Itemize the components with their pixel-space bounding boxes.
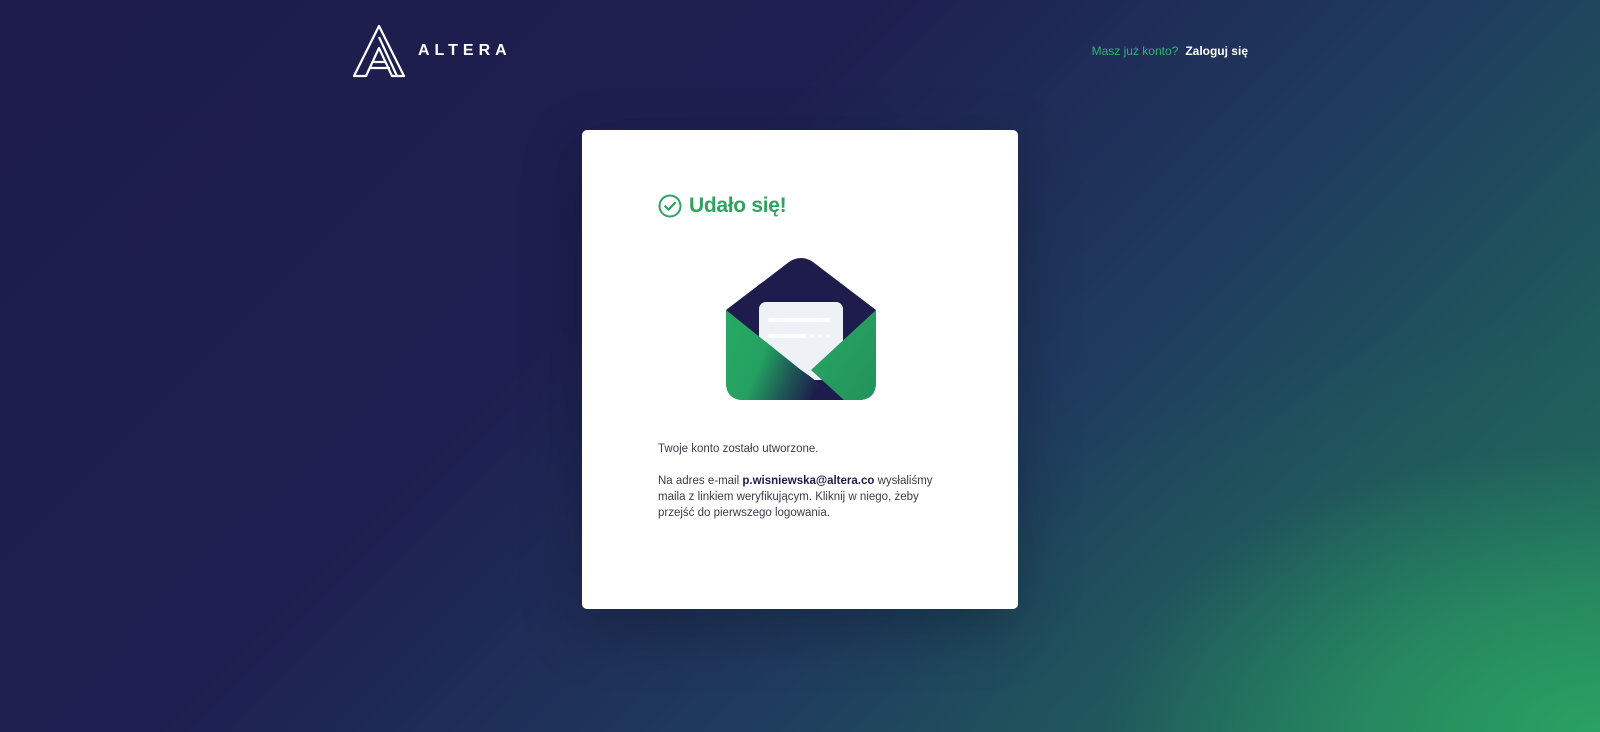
altera-logo-icon: [352, 24, 406, 78]
brand-logo[interactable]: ALTERA: [352, 24, 512, 78]
check-circle-icon: [658, 194, 682, 218]
confirmation-message: Twoje konto zostało utworzone. Na adres …: [658, 441, 958, 521]
login-link[interactable]: Zaloguj się: [1185, 44, 1248, 58]
verification-prefix: Na adres e-mail: [658, 475, 740, 487]
email-address: p.wisniewska@altera.co: [742, 475, 875, 487]
page-title: Udało się!: [689, 194, 787, 217]
open-envelope-icon: [726, 258, 876, 400]
login-prompt: Masz już konto? Zaloguj się: [1092, 44, 1248, 58]
success-heading: Udało się!: [658, 194, 787, 218]
brand-name: ALTERA: [418, 42, 512, 59]
account-question: Masz już konto?: [1091, 44, 1179, 58]
verification-text: Na adres e-mail p.wisniewska@altera.co w…: [658, 473, 958, 521]
top-bar: ALTERA Masz już konto? Zaloguj się: [0, 0, 1600, 110]
account-created-text: Twoje konto zostało utworzone.: [658, 443, 819, 455]
success-card: Udało się! Twoje konto zostało utworzone…: [582, 130, 1018, 609]
